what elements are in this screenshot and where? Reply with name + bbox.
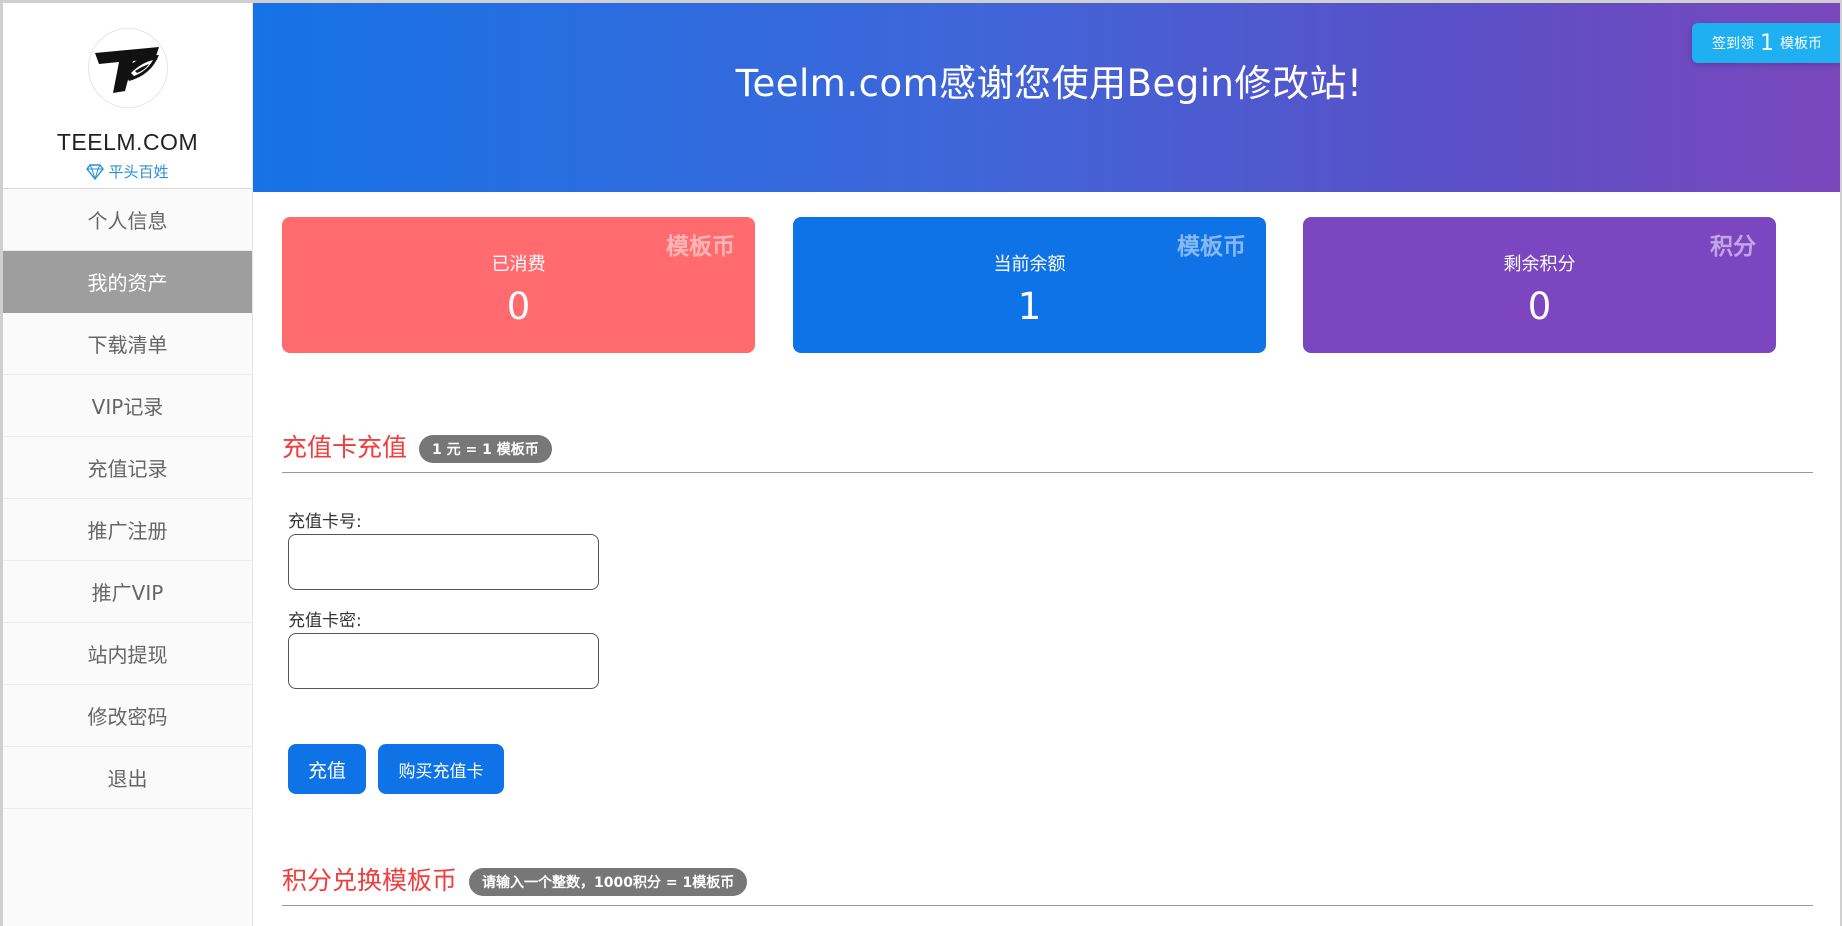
card-password-input[interactable]: [288, 633, 599, 689]
page-frame: TEELM.COM 平头百姓 个人信息 我的资产 下载清单 VIP记录 充值记录…: [0, 0, 1842, 926]
stat-card-value: 0: [1527, 285, 1552, 328]
exchange-rate-badge: 请输入一个整数，1000积分 = 1模板币: [469, 868, 748, 896]
user-profile: TEELM.COM 平头百姓: [3, 3, 252, 189]
exchange-section-header: 积分兑换模板币 请输入一个整数，1000积分 = 1模板币: [282, 864, 1813, 906]
sidebar-item-label: 个人信息: [87, 209, 168, 233]
card-number-label: 充值卡号:: [288, 512, 362, 532]
stat-card-label: 已消费: [491, 254, 546, 275]
sidebar-item-label: 下载清单: [87, 333, 168, 357]
stat-card-label: 当前余额: [993, 254, 1066, 275]
stat-card-value: 1: [1017, 285, 1042, 328]
card-number-input[interactable]: [288, 534, 599, 590]
signin-suffix: 模板币: [1780, 36, 1822, 52]
header-banner: Teelm.com感谢您使用Begin修改站! 签到领 1 模板币: [253, 3, 1840, 192]
sidebar-item-label: 推广VIP: [91, 581, 164, 605]
stat-card-spent: 模板币 已消费 0: [282, 217, 755, 353]
user-level-label: 平头百姓: [108, 163, 169, 181]
sidebar-item-label: 退出: [107, 767, 148, 791]
sidebar-item-profile[interactable]: 个人信息: [3, 189, 252, 251]
stat-card-points: 积分 剩余积分 0: [1303, 217, 1776, 353]
signin-amount: 1: [1760, 30, 1774, 56]
signin-reward-button[interactable]: 签到领 1 模板币: [1692, 23, 1840, 63]
signin-prefix: 签到领: [1712, 36, 1754, 52]
sidebar-item-vip-records[interactable]: VIP记录: [3, 375, 252, 437]
sidebar-item-downloads[interactable]: 下载清单: [3, 313, 252, 375]
sidebar-item-recharge-records[interactable]: 充值记录: [3, 437, 252, 499]
card-password-label: 充值卡密:: [288, 611, 362, 631]
sidebar-item-promo-vip[interactable]: 推广VIP: [3, 561, 252, 623]
recharge-section-header: 充值卡充值 1 元 = 1 模板币: [282, 431, 1813, 473]
sidebar-item-label: VIP记录: [91, 395, 164, 419]
sidebar-item-promo-register[interactable]: 推广注册: [3, 499, 252, 561]
sidebar-item-label: 站内提现: [87, 643, 168, 667]
buy-card-button[interactable]: 购买充值卡: [378, 744, 504, 794]
sidebar-item-logout[interactable]: 退出: [3, 747, 252, 809]
sidebar-item-label: 推广注册: [87, 519, 168, 543]
user-level-badge: 平头百姓: [3, 161, 252, 182]
sidebar-item-change-password[interactable]: 修改密码: [3, 685, 252, 747]
stat-card-label: 剩余积分: [1503, 254, 1576, 275]
sidebar-item-label: 充值记录: [87, 457, 168, 481]
sidebar-item-label: 修改密码: [87, 705, 168, 729]
stat-card-value: 0: [506, 285, 531, 328]
sidebar-menu: 个人信息 我的资产 下载清单 VIP记录 充值记录 推广注册 推广VIP 站内提…: [3, 189, 252, 809]
recharge-button[interactable]: 充值: [288, 744, 366, 794]
section-title: 积分兑换模板币: [282, 866, 458, 895]
stat-card-balance: 模板币 当前余额 1: [793, 217, 1266, 353]
site-logo-icon: [90, 30, 167, 107]
sidebar-item-withdraw[interactable]: 站内提现: [3, 623, 252, 685]
section-title: 充值卡充值: [282, 433, 408, 462]
sidebar: TEELM.COM 平头百姓 个人信息 我的资产 下载清单 VIP记录 充值记录…: [3, 3, 253, 926]
avatar[interactable]: [88, 28, 168, 108]
sidebar-item-label: 我的资产: [87, 271, 168, 295]
diamond-icon: [86, 163, 105, 180]
rate-badge: 1 元 = 1 模板币: [419, 435, 552, 463]
site-name: TEELM.COM: [56, 129, 199, 155]
sidebar-item-assets[interactable]: 我的资产: [3, 251, 252, 313]
page-title: Teelm.com感谢您使用Begin修改站!: [735, 62, 1363, 105]
